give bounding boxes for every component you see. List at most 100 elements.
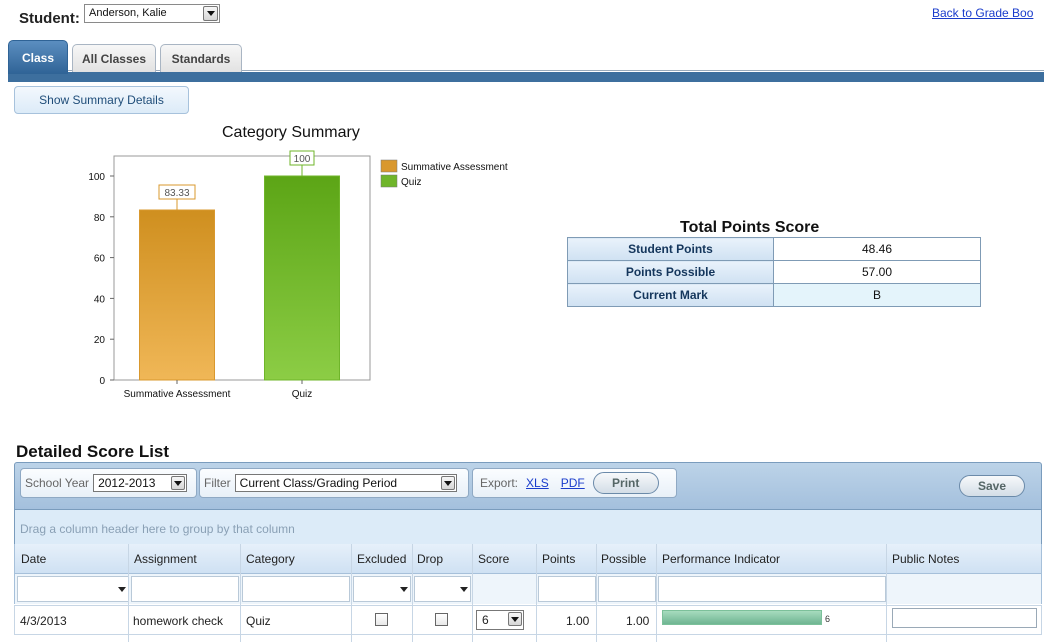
y-tick-label: 80	[94, 213, 106, 224]
export-xls-link[interactable]: XLS	[526, 476, 549, 490]
column-header-assignment[interactable]: Assignment	[134, 552, 197, 566]
column-header-score[interactable]: Score	[478, 552, 509, 566]
chevron-down-icon[interactable]	[460, 587, 468, 592]
chevron-down-icon[interactable]	[508, 612, 522, 626]
show-summary-details-button[interactable]: Show Summary Details	[14, 86, 189, 114]
column-header-drop[interactable]: Drop	[417, 552, 443, 566]
chevron-down-icon[interactable]	[118, 587, 126, 592]
points-possible-label: Points Possible	[567, 260, 774, 284]
save-button[interactable]: Save	[959, 475, 1025, 497]
chevron-down-icon[interactable]	[440, 476, 455, 490]
category-summary-chart: 0 20 40 60 80 100 83.33 Summative Assessment 100…	[88, 150, 508, 400]
filter-select[interactable]: Current Class/Grading Period	[234, 474, 457, 492]
x-tick-label: Quiz	[292, 389, 313, 400]
row-assignment: homework check	[133, 614, 224, 628]
export-label: Export:	[480, 476, 519, 490]
column-header-date[interactable]: Date	[21, 552, 46, 566]
points-filter-input[interactable]	[538, 576, 596, 602]
public-notes-input[interactable]	[892, 608, 1037, 628]
table-row: Points Possible 57.00	[567, 260, 981, 284]
column-divider	[886, 544, 887, 642]
column-divider	[240, 544, 241, 642]
column-divider	[656, 544, 657, 642]
tab-class[interactable]: Class	[8, 40, 68, 74]
row-possible: 1.00	[626, 614, 650, 628]
legend-label: Quiz	[401, 177, 422, 188]
column-header-public-notes[interactable]: Public Notes	[892, 552, 959, 566]
grid-header: Date Assignment Category Excluded Drop S…	[14, 544, 1042, 574]
drop-checkbox[interactable]	[435, 613, 448, 626]
score-value: 6	[482, 613, 489, 627]
bar	[139, 209, 215, 381]
back-to-gradebook-link[interactable]: Back to Grade Boo	[932, 6, 1033, 20]
possible-filter-input[interactable]	[598, 576, 656, 602]
row-category: Quiz	[246, 614, 271, 628]
row-date: 4/3/2013	[20, 614, 67, 628]
detailed-score-list-title: Detailed Score List	[16, 442, 170, 461]
tab-standards[interactable]: Standards	[160, 44, 242, 72]
column-divider	[351, 544, 352, 642]
column-header-performance-indicator[interactable]: Performance Indicator	[662, 552, 780, 566]
performance-value: 6	[825, 614, 831, 624]
export-pdf-link[interactable]: PDF	[561, 476, 585, 490]
chevron-down-icon[interactable]	[400, 587, 408, 592]
legend-swatch	[380, 159, 398, 173]
chevron-down-icon[interactable]	[171, 476, 186, 490]
y-tick-label: 60	[94, 254, 106, 265]
school-year-label: School Year	[25, 476, 90, 490]
bar	[264, 175, 340, 381]
student-points-label: Student Points	[567, 237, 774, 261]
performance-bar	[662, 610, 822, 625]
data-label: 100	[294, 154, 311, 165]
column-header-excluded[interactable]: Excluded	[357, 552, 406, 566]
excluded-filter-select[interactable]	[353, 576, 411, 602]
performance-filter-input[interactable]	[658, 576, 886, 602]
excluded-checkbox[interactable]	[375, 613, 388, 626]
assignment-filter-input[interactable]	[131, 576, 239, 602]
category-filter-input[interactable]	[242, 576, 350, 602]
column-header-points[interactable]: Points	[542, 552, 575, 566]
column-header-possible[interactable]: Possible	[601, 552, 646, 566]
filter-group: Filter Current Class/Grading Period	[199, 468, 469, 498]
legend-label: Summative Assessment	[401, 162, 508, 173]
table-row: Student Points 48.46	[567, 237, 981, 261]
legend-swatch	[380, 174, 398, 188]
chevron-down-icon[interactable]	[203, 6, 218, 21]
x-tick-label: Summative Assessment	[124, 389, 231, 400]
chart-title: Category Summary	[222, 124, 360, 141]
school-year-select[interactable]: 2012-2013	[93, 474, 188, 492]
row-points: 1.00	[566, 614, 590, 628]
grid-toolbar: School Year 2012-2013 Filter Current Cla…	[14, 462, 1042, 510]
student-select[interactable]: Anderson, Kalie	[84, 4, 220, 23]
date-filter-input[interactable]	[17, 576, 129, 602]
score-select[interactable]: 6	[476, 610, 524, 630]
y-tick-label: 40	[94, 294, 106, 305]
print-button[interactable]: Print	[592, 472, 659, 494]
school-year-group: School Year 2012-2013	[20, 468, 197, 498]
tab-all-classes[interactable]: All Classes	[72, 44, 156, 72]
current-mark-label: Current Mark	[567, 283, 774, 307]
tab-strip	[8, 72, 1044, 82]
points-possible-value: 57.00	[773, 260, 981, 284]
column-divider	[596, 544, 597, 642]
export-group: Export: XLS PDF Print	[472, 468, 677, 498]
student-select-value: Anderson, Kalie	[89, 7, 167, 19]
column-divider	[536, 544, 537, 642]
group-by-hint: Drag a column header here to group by th…	[20, 522, 295, 536]
drop-filter-select[interactable]	[414, 576, 471, 602]
table-row: Current Mark B	[567, 283, 981, 307]
school-year-value: 2012-2013	[98, 476, 156, 490]
filter-label: Filter	[204, 476, 231, 490]
y-tick-label: 20	[94, 335, 106, 346]
data-label: 83.33	[164, 188, 189, 199]
y-tick-label: 0	[99, 376, 105, 387]
column-divider	[128, 544, 129, 642]
total-points-table: Student Points 48.46 Points Possible 57.…	[567, 237, 981, 307]
filter-value: Current Class/Grading Period	[239, 476, 398, 490]
total-points-title: Total Points Score	[680, 219, 820, 236]
student-label: Student:	[19, 10, 80, 27]
current-mark-value: B	[773, 283, 981, 307]
column-divider	[472, 544, 473, 642]
column-header-category[interactable]: Category	[246, 552, 295, 566]
column-divider	[412, 544, 413, 642]
